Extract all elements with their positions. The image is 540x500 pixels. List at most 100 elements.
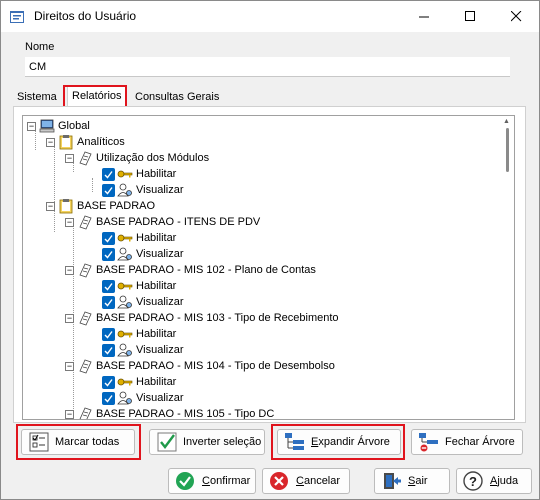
tree-node-global[interactable]: − Global [27, 118, 90, 134]
expand-tree-button[interactable]: Expandir Árvore [277, 429, 401, 455]
collapse-tree-button[interactable]: Fechar Árvore [411, 429, 523, 455]
scrollbar-thumb[interactable] [506, 128, 509, 172]
tree-connector [54, 146, 55, 232]
permission-view[interactable]: Visualizar [102, 390, 184, 406]
tree-node-group[interactable]: − Analíticos [46, 134, 125, 150]
key-icon [117, 278, 133, 294]
maximize-icon [464, 11, 475, 21]
key-icon [117, 230, 133, 246]
permission-label: Habilitar [136, 328, 177, 340]
report-icon [77, 358, 93, 374]
confirm-check-icon [175, 471, 197, 491]
tree-node-label: BASE PADRAO - MIS 102 - Plano de Contas [96, 264, 316, 276]
permission-label: Habilitar [136, 376, 177, 388]
permission-view[interactable]: Visualizar [102, 182, 184, 198]
checkbox-checked-icon[interactable] [102, 391, 115, 405]
collapse-icon[interactable]: − [46, 201, 55, 211]
tree-node-label: Global [58, 120, 90, 132]
tree-node-report[interactable]: − BASE PADRAO - MIS 103 - Tipo de Recebi… [65, 310, 339, 326]
window-title: Direitos do Usuário [34, 9, 137, 23]
permission-enable[interactable]: Habilitar [102, 278, 176, 294]
permission-label: Visualizar [136, 344, 184, 356]
collapse-icon[interactable]: − [65, 153, 74, 163]
permission-enable[interactable]: Habilitar [102, 230, 176, 246]
key-icon [117, 166, 133, 182]
tab-sistema[interactable]: Sistema [13, 89, 61, 107]
tree-scrollbar[interactable]: ▲ [500, 116, 514, 419]
dialog-body: Nome Sistema Relatórios Consultas Gerais… [9, 32, 531, 462]
collapse-icon[interactable]: − [46, 137, 55, 147]
permissions-tree[interactable]: − Global − Analíticos − Utilização dos M… [22, 115, 515, 420]
minimize-button[interactable] [401, 1, 447, 32]
collapse-icon[interactable]: − [65, 265, 74, 275]
report-icon [77, 406, 93, 419]
clipboard-icon [58, 198, 74, 214]
help-button[interactable]: ? Ajuda [456, 468, 532, 494]
collapse-icon[interactable]: − [65, 409, 74, 419]
mark-all-label: Marcar todas [55, 436, 120, 448]
collapse-tree-label: Fechar Árvore [445, 436, 515, 448]
mark-all-button[interactable]: Marcar todas [21, 429, 135, 455]
tab-relatorios[interactable]: Relatórios [67, 85, 127, 107]
close-icon [510, 11, 521, 22]
checkbox-checked-icon[interactable] [102, 183, 115, 197]
minimize-icon [418, 16, 429, 18]
collapse-icon[interactable]: − [65, 361, 74, 371]
report-icon [77, 310, 93, 326]
permission-label: Visualizar [136, 248, 184, 260]
expand-tree-label: Expandir Árvore [311, 436, 390, 448]
checkbox-checked-icon[interactable] [102, 295, 115, 309]
permission-enable[interactable]: Habilitar [102, 374, 176, 390]
scroll-up-icon[interactable]: ▲ [503, 118, 510, 125]
collapse-icon[interactable]: − [65, 217, 74, 227]
permission-enable[interactable]: Habilitar [102, 166, 176, 182]
user-view-icon [117, 246, 133, 262]
permission-view[interactable]: Visualizar [102, 342, 184, 358]
checkbox-checked-icon[interactable] [102, 167, 115, 181]
tree-connector [92, 178, 93, 192]
exit-label: Sair [408, 475, 428, 487]
confirm-label: Confirmar [202, 475, 251, 487]
permission-view[interactable]: Visualizar [102, 246, 184, 262]
permission-label: Visualizar [136, 392, 184, 404]
reports-tab-panel: − Global − Analíticos − Utilização dos M… [13, 106, 526, 423]
close-button[interactable] [493, 1, 539, 32]
checkbox-checked-icon[interactable] [102, 247, 115, 261]
tree-node-report[interactable]: − BASE PADRAO - MIS 105 - Tipo DC [65, 406, 274, 419]
collapse-icon[interactable]: − [65, 313, 74, 323]
exit-button[interactable]: Sair [374, 468, 450, 494]
checkbox-checked-icon[interactable] [102, 343, 115, 357]
tab-consultas-gerais[interactable]: Consultas Gerais [131, 89, 224, 107]
permission-label: Visualizar [136, 184, 184, 196]
invert-selection-label: Inverter seleção [183, 436, 262, 448]
tree-node-group[interactable]: − BASE PADRAO [46, 198, 155, 214]
report-icon [77, 262, 93, 278]
user-view-icon [117, 182, 133, 198]
maximize-button[interactable] [447, 1, 493, 32]
invert-selection-button[interactable]: Inverter seleção [149, 429, 265, 455]
tree-node-label: BASE PADRAO - MIS 103 - Tipo de Recebime… [96, 312, 339, 324]
tree-node-report[interactable]: − Utilização dos Módulos [65, 150, 209, 166]
permission-enable[interactable]: Habilitar [102, 326, 176, 342]
tree-node-report[interactable]: − BASE PADRAO - MIS 104 - Tipo de Desemb… [65, 358, 335, 374]
checkbox-checked-icon[interactable] [102, 375, 115, 389]
tree-node-label: BASE PADRAO [77, 200, 156, 212]
clipboard-icon [58, 134, 74, 150]
key-icon [117, 374, 133, 390]
collapse-icon[interactable]: − [27, 121, 36, 131]
checkbox-checked-icon[interactable] [102, 327, 115, 341]
tree-node-report[interactable]: − BASE PADRAO - ITENS DE PDV [65, 214, 260, 230]
cancel-x-icon [269, 471, 291, 491]
checkbox-checked-icon[interactable] [102, 279, 115, 293]
collapse-tree-icon [418, 432, 440, 452]
exit-door-icon [381, 471, 403, 491]
name-field[interactable] [25, 57, 510, 77]
user-view-icon [117, 390, 133, 406]
tree-node-report[interactable]: − BASE PADRAO - MIS 102 - Plano de Conta… [65, 262, 316, 278]
cancel-button[interactable]: Cancelar [262, 468, 350, 494]
permission-label: Visualizar [136, 296, 184, 308]
user-view-icon [117, 294, 133, 310]
confirm-button[interactable]: Confirmar [168, 468, 256, 494]
checkbox-checked-icon[interactable] [102, 231, 115, 245]
permission-view[interactable]: Visualizar [102, 294, 184, 310]
